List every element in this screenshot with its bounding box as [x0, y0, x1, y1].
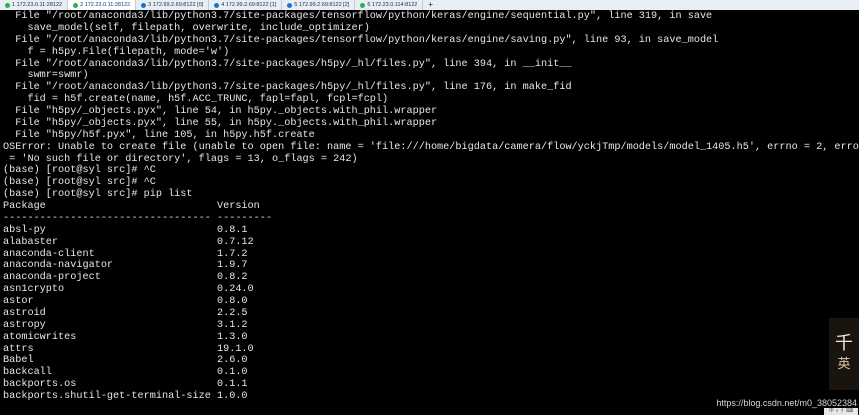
terminal-line: (base) [root@syl src]# ^C: [3, 165, 156, 177]
overlay-glyph-small: 英: [837, 357, 851, 372]
terminal-window[interactable]: File "/root/anaconda3/lib/python3.7/site…: [0, 10, 859, 415]
terminal-line: swmr=swmr): [3, 70, 89, 82]
terminal-line: (base) [root@syl src]# ^C: [3, 177, 156, 189]
terminal-output: File "/root/anaconda3/lib/python3.7/site…: [0, 10, 859, 403]
watermark-url: https://blog.csdn.net/m0_38052384: [716, 398, 857, 408]
overlay-glyph-large: 千: [835, 333, 853, 354]
terminal-line: File "/root/anaconda3/lib/python3.7/site…: [3, 82, 572, 94]
terminal-line: File "h5py/_objects.pyx", line 55, in h5…: [3, 117, 438, 129]
session-tab-1[interactable]: 1 172.23.0.11:28122: [0, 0, 69, 10]
terminal-line: Babel 2.6.0: [3, 355, 248, 367]
terminal-line: File "h5py/_objects.pyx", line 54, in h5…: [3, 106, 438, 117]
terminal-line: attrs 19.1.0: [3, 343, 254, 355]
session-tab-3[interactable]: 3 172.99.2.69:8122 [0]: [136, 0, 210, 10]
terminal-line: astor 0.8.0: [3, 296, 248, 307]
session-tab-label: 1 172.23.0.11:28122: [12, 2, 63, 8]
session-tab-4[interactable]: 4 172.99.2.69:8122 [1]: [209, 0, 283, 10]
terminal-line: f = h5py.File(filepath, mode='w'): [3, 46, 230, 58]
session-tab-label: 3 172.99.2.69:8122 [0]: [148, 2, 204, 8]
new-tab-button[interactable]: +: [423, 0, 438, 10]
terminal-line: asn1crypto 0.24.0: [3, 284, 254, 296]
terminal-line: File "/root/anaconda3/lib/python3.7/site…: [3, 34, 719, 46]
terminal-line: File "/root/anaconda3/lib/python3.7/site…: [3, 58, 572, 70]
terminal-line: anaconda-navigator 1.9.7: [3, 260, 248, 272]
terminal-line: atomicwrites 1.3.0: [3, 331, 248, 343]
session-status-icon: [5, 2, 10, 8]
terminal-line: backports.os 0.1.1: [3, 379, 248, 391]
terminal-line: File "h5py/h5f.pyx", line 105, in h5py.h…: [3, 129, 315, 141]
session-tab-2[interactable]: 2 172.23.0.11:28122: [68, 0, 137, 10]
terminal-line: ---------------------------------- -----…: [3, 212, 272, 224]
terminal-line: anaconda-project 0.8.2: [3, 272, 248, 284]
terminal-line: OSError: Unable to create file (unable t…: [3, 141, 859, 153]
terminal-line: File "/root/anaconda3/lib/python3.7/site…: [3, 11, 713, 22]
side-overlay-badge: 千 英: [829, 318, 859, 390]
session-tab-5[interactable]: 5 172.99.2.69:8122 [2]: [282, 0, 356, 10]
terminal-line: fid = h5f.create(name, h5f.ACC_TRUNC, fa…: [3, 94, 389, 106]
session-status-icon: [214, 2, 220, 8]
session-status-icon: [287, 2, 293, 8]
session-tab-6[interactable]: 6 172.23.0.114:8122: [355, 0, 424, 10]
terminal-line: (base) [root@syl src]# pip list: [3, 189, 193, 201]
terminal-line: astroid 2.2.5: [3, 307, 248, 319]
terminal-line: Package Version: [3, 201, 260, 212]
terminal-line: anaconda-client 1.7.2: [3, 248, 248, 260]
terminal-line: = 'No such file or directory', flags = 1…: [3, 153, 358, 165]
session-status-icon: [141, 2, 147, 8]
terminal-line: alabaster 0.7.12: [3, 236, 254, 248]
session-status-icon: [73, 2, 79, 8]
terminal-line: backcall 0.1.0: [3, 367, 248, 379]
session-tab-label: 4 172.99.2.69:8122 [1]: [221, 2, 277, 8]
session-tab-label: 6 172.23.0.114:8122: [367, 2, 418, 8]
session-tab-label: 2 172.23.0.11:28122: [80, 2, 131, 8]
session-tab-label: 5 172.99.2.69:8122 [2]: [294, 2, 350, 8]
terminal-line: save_model(self, filepath, overwrite, in…: [3, 22, 370, 34]
session-status-icon: [360, 2, 366, 8]
ime-indicator: 中 ◑ ∮ ⌨: [824, 408, 858, 415]
terminal-line: absl-py 0.8.1: [3, 224, 248, 236]
terminal-line: astropy 3.1.2: [3, 319, 248, 331]
